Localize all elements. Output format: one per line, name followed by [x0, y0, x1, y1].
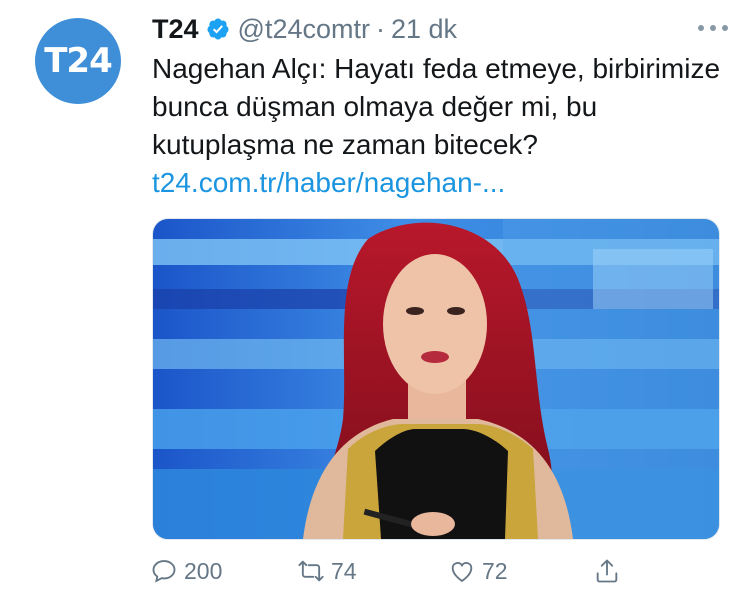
tweet-time[interactable]: 21 dk — [391, 14, 457, 45]
share-icon — [596, 559, 618, 583]
avatar[interactable]: T24 — [35, 18, 121, 104]
reply-button[interactable]: 200 — [150, 553, 222, 589]
account-handle[interactable]: @t24comtr — [238, 14, 370, 45]
separator-dot: · — [375, 13, 385, 44]
tweet-header: T24 @t24comtr · 21 dk — [152, 12, 457, 46]
tweet-actions: 200 74 72 — [150, 553, 740, 589]
share-button[interactable] — [593, 553, 621, 589]
tweet-image[interactable] — [152, 218, 720, 540]
retweet-icon — [298, 560, 324, 582]
account-name[interactable]: T24 — [152, 14, 199, 45]
like-button[interactable]: 72 — [448, 553, 508, 589]
reply-count: 200 — [184, 557, 223, 584]
reply-icon — [152, 560, 176, 583]
like-count: 72 — [482, 557, 508, 584]
more-options-icon[interactable] — [698, 20, 728, 36]
avatar-logo-text: T24 — [44, 41, 113, 81]
like-icon — [451, 562, 473, 583]
retweet-button[interactable]: 74 — [297, 553, 357, 589]
verified-badge-icon — [206, 17, 230, 41]
retweet-count: 74 — [331, 557, 357, 584]
tweet-link[interactable]: t24.com.tr/haber/nagehan-... — [152, 164, 505, 202]
tweet-text: Nagehan Alçı: Hayatı feda etmeye, birbir… — [152, 53, 721, 160]
tweet-image-illustration — [153, 219, 719, 539]
